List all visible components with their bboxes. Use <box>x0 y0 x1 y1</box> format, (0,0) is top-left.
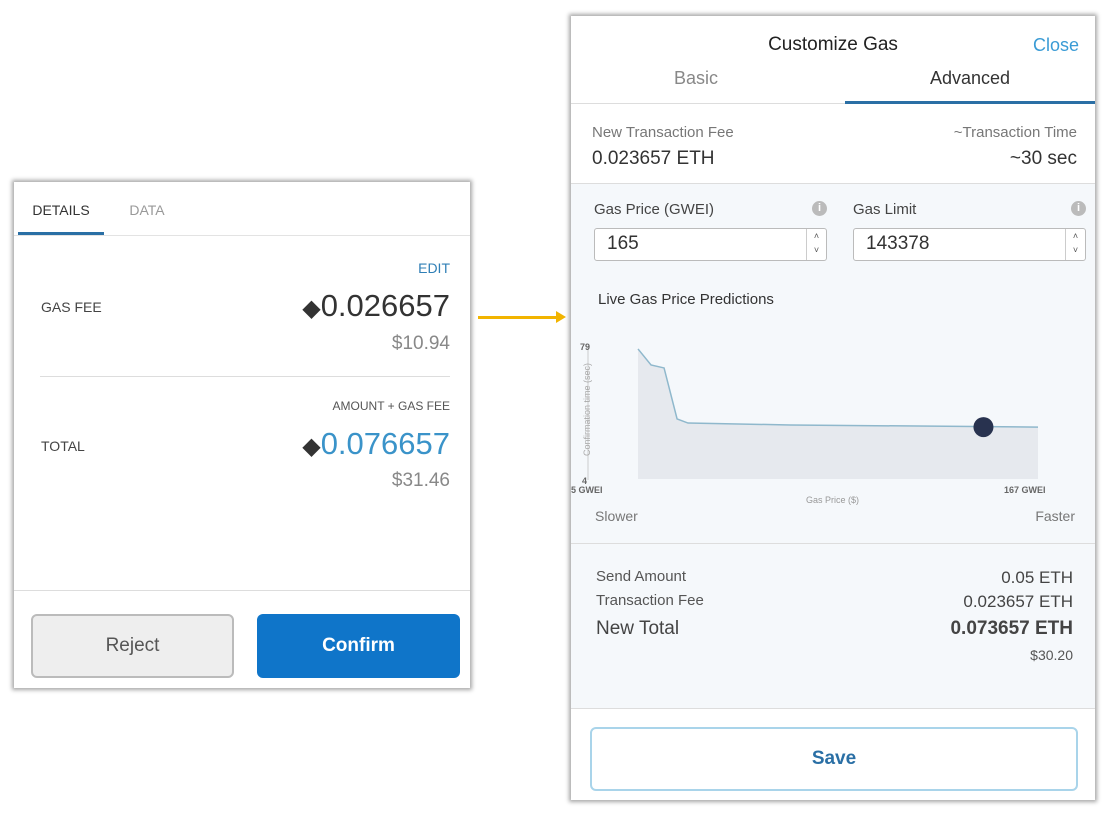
amount-gas-fee-label: AMOUNT + GAS FEE <box>332 399 450 413</box>
chart-area <box>638 348 1038 479</box>
tx-time-value: ~30 sec <box>1009 148 1077 169</box>
total-summary: Send Amount 0.05 ETH Transaction Fee 0.0… <box>571 543 1095 709</box>
total-eth: ◆0.076657 <box>302 426 450 462</box>
ethereum-icon: ◆ <box>302 295 321 322</box>
new-total-label: New Total <box>596 618 680 639</box>
tx-fee-value: 0.023657 ETH <box>963 592 1073 611</box>
gas-price-marker[interactable] <box>973 417 994 438</box>
divider <box>40 376 450 377</box>
gas-limit-label: Gas Limit <box>853 201 917 218</box>
tx-time-label: ~Transaction Time <box>953 124 1077 141</box>
gas-fee-usd: $10.94 <box>391 333 450 354</box>
faster-label: Faster <box>1035 508 1075 524</box>
save-footer: Save <box>571 708 1095 800</box>
details-tabs: DETAILS DATA <box>14 182 470 236</box>
total-eth-value: 0.076657 <box>320 426 450 461</box>
send-amount-label: Send Amount <box>596 568 687 585</box>
save-button[interactable]: Save <box>590 727 1078 791</box>
ethereum-icon: ◆ <box>302 433 321 460</box>
gas-fee-label: GAS FEE <box>41 299 102 315</box>
new-total-value: 0.073657 ETH <box>950 618 1073 639</box>
info-icon[interactable]: i <box>812 201 827 216</box>
tab-data[interactable]: DATA <box>104 182 190 235</box>
gas-price-label: Gas Price (GWEI) <box>594 201 715 218</box>
new-fee-value: 0.023657 ETH <box>592 148 715 169</box>
chart-line <box>637 348 1039 428</box>
y-axis-label: Confirmation time (sec) <box>582 363 592 456</box>
y-tick-max: 79 <box>580 342 590 352</box>
gas-fee-eth-value: 0.026657 <box>320 288 450 323</box>
close-button[interactable]: Close <box>1033 35 1079 56</box>
panel-title: Customize Gas <box>768 34 898 55</box>
fee-summary: New Transaction Fee 0.023657 ETH ~Transa… <box>571 104 1095 184</box>
send-amount-value: 0.05 ETH <box>1001 568 1073 587</box>
gas-limit-stepper[interactable]: ˄ ˅ <box>1065 229 1085 260</box>
edit-link[interactable]: EDIT <box>418 260 450 276</box>
arrow-connector <box>478 316 558 319</box>
info-icon[interactable]: i <box>1071 201 1086 216</box>
confirm-button[interactable]: Confirm <box>257 614 460 678</box>
slower-label: Slower <box>595 508 638 524</box>
tab-basic[interactable]: Basic <box>571 68 821 104</box>
gas-price-stepper[interactable]: ˄ ˅ <box>806 229 826 260</box>
gas-price-value: 165 <box>607 233 639 254</box>
tx-fee-label: Transaction Fee <box>596 592 704 609</box>
tab-advanced[interactable]: Advanced <box>845 68 1095 104</box>
chart-title: Live Gas Price Predictions <box>598 291 774 308</box>
x-tick-max: 167 GWEI <box>1004 485 1046 495</box>
reject-button[interactable]: Reject <box>31 614 234 678</box>
total-usd: $31.46 <box>391 470 450 491</box>
customize-gas-panel: Customize Gas Close Basic Advanced New T… <box>571 16 1095 800</box>
new-total-usd: $30.20 <box>1030 647 1073 663</box>
action-footer: Reject Confirm <box>14 590 470 688</box>
arrow-head-icon <box>556 311 566 323</box>
x-axis-label: Gas Price ($) <box>806 495 859 505</box>
tab-details[interactable]: DETAILS <box>18 182 104 235</box>
new-fee-label: New Transaction Fee <box>592 124 734 141</box>
gas-fee-eth: ◆0.026657 <box>302 288 450 324</box>
transaction-details-panel: DETAILS DATA EDIT GAS FEE ◆0.026657 $10.… <box>14 182 470 688</box>
gas-limit-value: 143378 <box>866 233 930 254</box>
gas-limit-input[interactable]: 143378 ˄ ˅ <box>853 228 1086 261</box>
total-label: TOTAL <box>41 438 85 454</box>
x-tick-min: 35 GWEI <box>571 485 603 495</box>
customize-gas-header: Customize Gas Close Basic Advanced <box>571 16 1095 104</box>
gas-price-input[interactable]: 165 ˄ ˅ <box>594 228 827 261</box>
gas-price-chart[interactable]: 79 4 Confirmation time (sec) 35 GWEI 167… <box>571 316 1095 516</box>
